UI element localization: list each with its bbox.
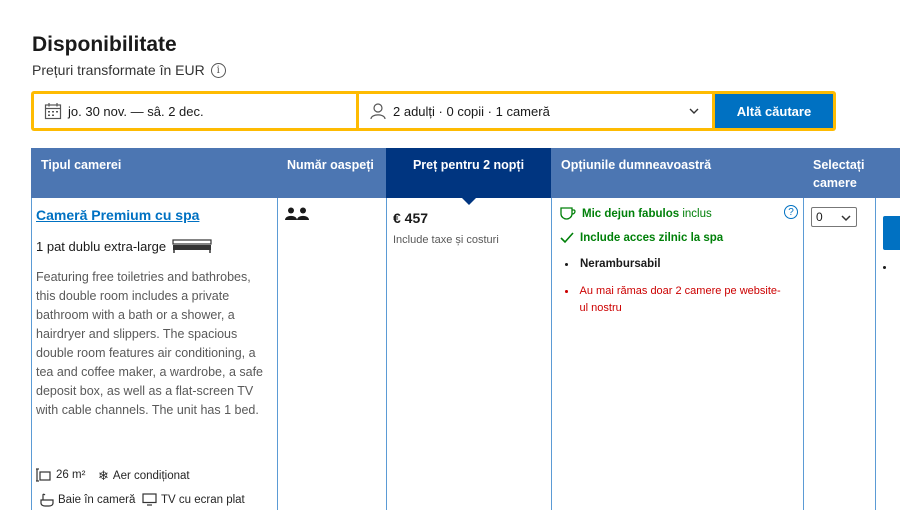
room-description: Featuring free toiletries and bathrobes,… [36, 270, 263, 417]
spa-text: Include acces zilnic la spa [580, 232, 724, 244]
sort-indicator [461, 198, 476, 205]
room-size-icon [36, 468, 51, 482]
coffee-cup-icon [560, 207, 576, 220]
currency-note-text: Prețuri transformate în EUR [32, 62, 205, 78]
room-name-link[interactable]: Cameră Premium cu spa [36, 207, 199, 223]
snowflake-icon: ❄ [98, 468, 109, 483]
info-icon[interactable]: i [210, 62, 226, 78]
facility-bath: Baie în cameră [40, 493, 135, 507]
column-divider [277, 198, 278, 510]
bathtub-icon [40, 493, 54, 507]
bed-icon [172, 239, 212, 253]
column-divider [31, 198, 32, 510]
bullet-icon [883, 266, 886, 269]
refund-text: Nerambursabil [580, 258, 661, 270]
room-quantity-value: 0 [816, 210, 823, 224]
facility-tv: TV cu ecran plat [142, 493, 245, 506]
header-options: Opțiunile dumneavoastră [551, 148, 803, 198]
bullet-icon [565, 290, 568, 293]
guests-picker[interactable]: 2 adulți · 0 copii · 1 cameră [359, 94, 712, 128]
reserve-button[interactable] [883, 216, 900, 250]
column-divider [875, 198, 876, 510]
room-quantity-select[interactable]: 0 [811, 207, 857, 227]
breakfast-bold: Mic dejun fabulos [582, 207, 680, 220]
header-select-rooms: Selectați camere [803, 148, 875, 198]
search-again-button[interactable]: Altă căutare [715, 94, 833, 128]
bed-text: 1 pat dublu extra-large [36, 238, 167, 254]
facility-tv-text: TV cu ecran plat [161, 493, 245, 506]
bed-info: 1 pat dublu extra-large [36, 238, 212, 254]
guests-icon [285, 207, 309, 220]
option-scarcity: Au mai rămas doar 2 camere pe website-ul… [565, 283, 785, 317]
header-price-label: Preț pentru 2 nopți [412, 158, 525, 172]
column-divider [551, 198, 552, 510]
facility-aircon: ❄ Aer condiționat [98, 468, 190, 484]
chevron-down-icon [689, 108, 699, 114]
price-amount: € 457 [393, 210, 429, 226]
help-icon[interactable]: ? [784, 205, 798, 219]
facility-size: 26 m² [36, 468, 85, 482]
breakfast-rest: inclus [682, 207, 712, 220]
header-price[interactable]: Preț pentru 2 nopți [386, 148, 551, 205]
guests-text: 2 adulți · 0 copii · 1 cameră [393, 103, 550, 119]
date-picker[interactable]: jo. 30 nov. — sâ. 2 dec. [34, 94, 356, 128]
column-divider [803, 198, 804, 510]
header-extra [875, 148, 900, 198]
facility-size-text: 26 m² [56, 469, 86, 481]
person-icon [370, 103, 386, 120]
scarcity-text: Au mai rămas doar 2 camere pe website-ul… [579, 285, 781, 314]
chevron-down-icon [841, 215, 851, 222]
date-range-text: jo. 30 nov. — sâ. 2 dec. [68, 103, 204, 119]
price-note: Include taxe și costuri [393, 234, 499, 246]
column-divider [386, 198, 387, 510]
search-bar: jo. 30 nov. — sâ. 2 dec. 2 adulți · 0 co… [31, 91, 836, 131]
header-guests: Număr oaspeți [277, 148, 386, 198]
tv-icon [142, 493, 157, 506]
header-room-type: Tipul camerei [31, 148, 277, 198]
checkmark-icon [560, 232, 574, 244]
facility-bath-text: Baie în cameră [58, 494, 136, 506]
facility-aircon-text: Aer condiționat [112, 470, 190, 482]
bullet-icon [565, 262, 568, 266]
option-refund: Nerambursabil [565, 258, 661, 270]
currency-note: Prețuri transformate în EUR i [32, 62, 226, 78]
option-spa: Include acces zilnic la spa [560, 232, 723, 244]
calendar-icon [44, 103, 62, 120]
option-breakfast: Mic dejun fabulos inclus [560, 207, 712, 220]
page-title: Disponibilitate [32, 33, 177, 56]
